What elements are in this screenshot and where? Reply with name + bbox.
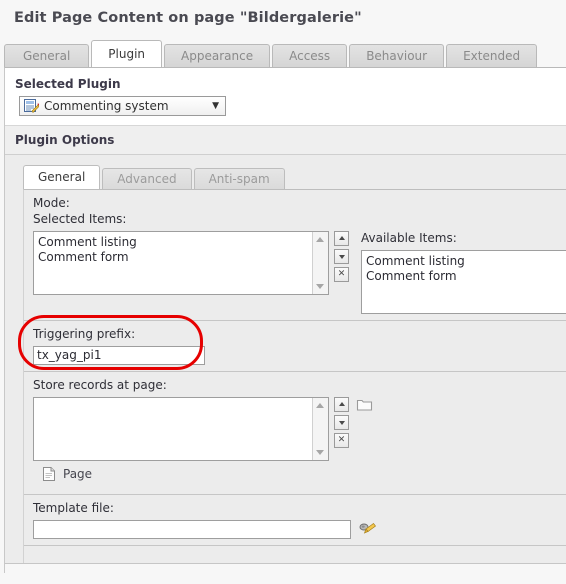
tab-behaviour[interactable]: Behaviour <box>349 44 444 67</box>
arrow-up-icon <box>339 402 345 406</box>
plugin-options-body: General Advanced Anti-spam Mode: Selecte… <box>5 154 566 573</box>
available-items-label: Available Items: <box>361 231 566 245</box>
store-records-listbox[interactable] <box>33 397 329 461</box>
selected-plugin-field: Commenting system ▼ <box>5 96 566 125</box>
store-records-controls: ✕ <box>33 397 566 461</box>
available-items-listbox[interactable]: Comment listing Comment form <box>361 250 566 314</box>
move-up-button[interactable] <box>334 397 349 412</box>
list-item[interactable]: Comment listing <box>366 254 566 269</box>
available-items-column: Available Items: Comment listing Comment… <box>361 231 566 314</box>
mode-field: Mode: Selected Items: Comment listing Co… <box>24 190 566 320</box>
store-records-field: Store records at page: ✕ <box>24 371 566 494</box>
store-records-browse <box>356 397 373 412</box>
chevron-down-icon: ▼ <box>212 101 221 111</box>
plugin-select[interactable]: Commenting system ▼ <box>19 96 226 116</box>
template-file-controls <box>33 520 566 539</box>
triggering-prefix-input[interactable]: tx_yag_pi1 <box>33 346 205 365</box>
selected-items-label: Selected Items: <box>33 212 566 226</box>
subtab-anti-spam[interactable]: Anti-spam <box>194 168 285 189</box>
folder-icon[interactable] <box>356 397 373 412</box>
move-down-button[interactable] <box>334 415 349 430</box>
tab-access[interactable]: Access <box>272 44 347 67</box>
subtab-general[interactable]: General <box>23 165 100 189</box>
template-file-input[interactable] <box>33 520 351 539</box>
arrow-down-icon <box>339 255 345 259</box>
subtab-advanced[interactable]: Advanced <box>102 168 191 189</box>
template-file-label: Template file: <box>33 501 566 515</box>
scroll-down-icon[interactable] <box>316 450 324 455</box>
plugin-options-heading: Plugin Options <box>5 125 566 154</box>
plugin-select-value: Commenting system <box>44 99 212 113</box>
selected-items-column: Comment listing Comment form <box>33 231 329 295</box>
store-records-type: Page <box>33 461 566 488</box>
listbox-scrollbar[interactable] <box>312 232 328 294</box>
move-up-button[interactable] <box>334 231 349 246</box>
main-tabstrip: General Plugin Appearance Access Behavio… <box>4 39 566 67</box>
scroll-down-icon[interactable] <box>316 284 324 289</box>
dual-listbox: Comment listing Comment form ✕ <box>33 231 566 314</box>
scroll-up-icon[interactable] <box>316 237 324 242</box>
plugin-tab-panel: Selected Plugin Commenting system ▼ Plug… <box>4 67 566 573</box>
list-item[interactable]: Comment form <box>38 250 328 265</box>
selected-plugin-heading: Selected Plugin <box>5 68 566 96</box>
plugin-options-fields: Mode: Selected Items: Comment listing Co… <box>23 189 566 563</box>
remove-item-button[interactable]: ✕ <box>334 267 349 282</box>
plugin-edit-icon <box>23 98 39 114</box>
triggering-prefix-field: Triggering prefix: tx_yag_pi1 <box>24 320 566 371</box>
selected-items-buttons: ✕ <box>334 231 349 285</box>
page-title: Edit Page Content on page "Bildergalerie… <box>0 0 566 26</box>
scroll-up-icon[interactable] <box>316 403 324 408</box>
tab-general[interactable]: General <box>4 44 89 67</box>
selected-items-listbox[interactable]: Comment listing Comment form <box>33 231 329 295</box>
listbox-scrollbar[interactable] <box>312 398 328 460</box>
page-document-icon <box>42 466 56 482</box>
tab-extended[interactable]: Extended <box>446 44 537 67</box>
move-down-button[interactable] <box>334 249 349 264</box>
arrow-up-icon <box>339 236 345 240</box>
fields-footer-spacer <box>24 545 566 563</box>
panel-footer-spacer <box>5 563 566 573</box>
tab-appearance[interactable]: Appearance <box>164 44 270 67</box>
tab-plugin[interactable]: Plugin <box>91 40 162 67</box>
store-records-label: Store records at page: <box>33 378 566 392</box>
wand-pencil-icon[interactable] <box>359 522 377 538</box>
list-item[interactable]: Comment listing <box>38 235 328 250</box>
triggering-prefix-label: Triggering prefix: <box>33 327 566 341</box>
store-records-buttons: ✕ <box>334 397 349 451</box>
plugin-options-tabstrip: General Advanced Anti-spam <box>23 164 566 189</box>
template-file-field: Template file: <box>24 494 566 545</box>
arrow-down-icon <box>339 421 345 425</box>
store-records-type-label: Page <box>63 467 92 481</box>
mode-label: Mode: <box>33 196 566 210</box>
remove-item-button[interactable]: ✕ <box>334 433 349 448</box>
list-item[interactable]: Comment form <box>366 269 566 284</box>
